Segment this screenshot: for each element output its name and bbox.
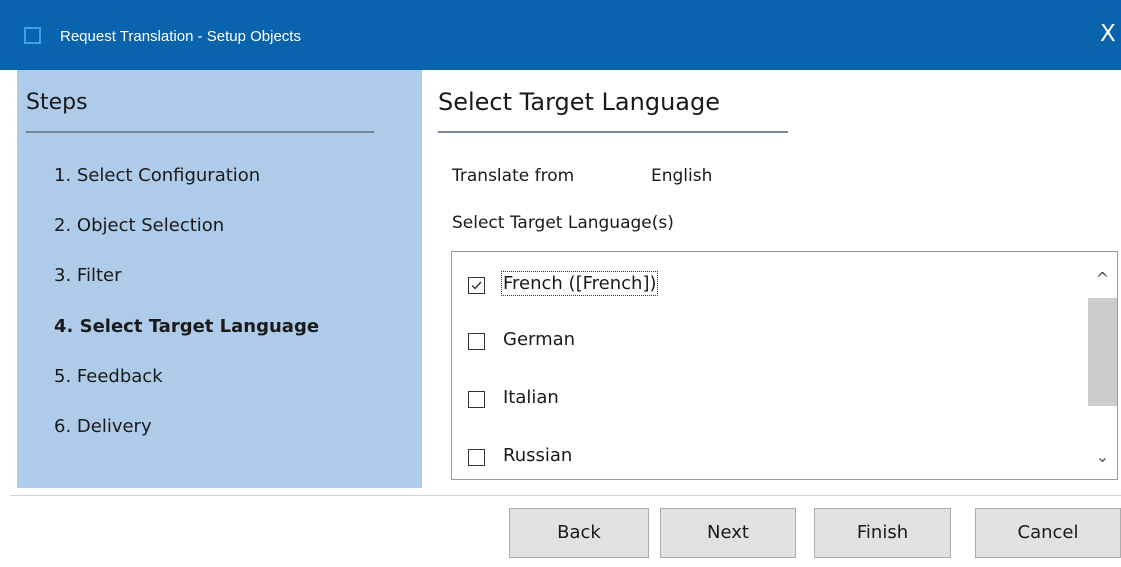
scroll-down-icon[interactable]: ⌄: [1088, 442, 1117, 472]
translate-from-label: Translate from: [452, 166, 575, 186]
checkmark-icon: [471, 281, 482, 290]
back-button[interactable]: Back: [509, 508, 649, 558]
step-delivery: 6. Delivery: [54, 416, 152, 437]
target-language-list[interactable]: French ([French]) German Italian Russian…: [451, 251, 1118, 480]
step-filter: 3. Filter: [54, 265, 122, 286]
step-object-selection: 2. Object Selection: [54, 215, 225, 236]
french-label: French ([French]): [500, 271, 659, 296]
steps-pane: Steps 1. Select Configuration 2. Object …: [17, 70, 422, 488]
step-select-target-language: 4. Select Target Language: [54, 316, 320, 337]
steps-heading: Steps: [26, 90, 88, 115]
italian-label: Italian: [503, 387, 559, 408]
russian-checkbox[interactable]: [468, 449, 485, 466]
step-feedback: 5. Feedback: [54, 366, 163, 387]
step-select-configuration: 1. Select Configuration: [54, 165, 261, 186]
french-checkbox[interactable]: [468, 277, 485, 294]
target-language-label: Select Target Language(s): [452, 213, 674, 233]
page-title-underline: [438, 131, 788, 133]
footer-divider: [10, 495, 1121, 496]
translate-from-value: English: [651, 166, 713, 186]
italian-checkbox[interactable]: [468, 391, 485, 408]
close-icon[interactable]: X: [1100, 20, 1116, 48]
page-title: Select Target Language: [438, 88, 720, 116]
window-title: Request Translation - Setup Objects: [60, 28, 301, 45]
scroll-thumb[interactable]: [1088, 298, 1117, 406]
title-bar: Request Translation - Setup Objects X: [0, 0, 1121, 70]
finish-button[interactable]: Finish: [814, 508, 951, 558]
german-checkbox[interactable]: [468, 333, 485, 350]
next-button[interactable]: Next: [660, 508, 796, 558]
cancel-button[interactable]: Cancel: [975, 508, 1121, 558]
app-icon: [24, 27, 41, 44]
steps-heading-underline: [26, 131, 374, 133]
german-label: German: [503, 329, 576, 350]
scroll-up-icon[interactable]: ^: [1088, 264, 1117, 294]
russian-label: Russian: [503, 445, 573, 466]
list-scrollbar[interactable]: ^ ⌄: [1078, 252, 1117, 479]
